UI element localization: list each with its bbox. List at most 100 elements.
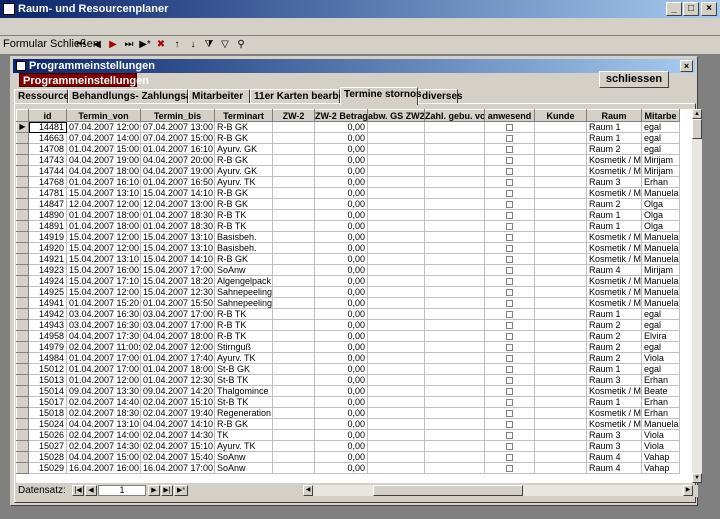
table-row[interactable]: 1492515.04.2007 12:00:0015.04.2007 12:30… — [16, 286, 680, 298]
cell-anwesend[interactable] — [484, 220, 535, 232]
cell-zw-2-betrag[interactable]: 0,00 — [314, 374, 368, 386]
cell-terminart[interactable]: Thalgomince — [214, 385, 273, 397]
cell-zahl-gebu-von[interactable] — [424, 385, 485, 397]
cell-zw-2-betrag[interactable]: 0,00 — [314, 275, 368, 287]
cell-termin-von[interactable]: 01.04.2007 18:00:00 — [66, 209, 141, 221]
cell-kunde[interactable] — [534, 231, 587, 243]
cell-raum[interactable]: Raum 1 — [586, 308, 642, 320]
cell-kunde[interactable] — [534, 132, 587, 144]
cell-zahl-gebu-von[interactable] — [424, 440, 485, 452]
cell-mitarbe[interactable]: Olga — [641, 198, 680, 210]
cell-termin-von[interactable]: 03.04.2007 16:30:00 — [66, 308, 141, 320]
cell-termin-bis[interactable]: 07.04.2007 15:00:00 — [140, 132, 215, 144]
cell-kunde[interactable] — [534, 176, 587, 188]
anwesend-checkbox[interactable] — [506, 157, 513, 165]
cell-kunde[interactable] — [534, 418, 587, 430]
cell-id[interactable]: 14708 — [28, 143, 67, 155]
cell-zahl-gebu-von[interactable] — [424, 341, 485, 353]
cell-zahl-gebu-von[interactable] — [424, 462, 485, 474]
anwesend-checkbox[interactable] — [506, 201, 513, 209]
cell-raum[interactable]: Raum 2 — [586, 319, 642, 331]
cell-kunde[interactable] — [534, 220, 587, 232]
cell-abw-gs-zw2[interactable] — [367, 319, 425, 331]
cell-raum[interactable]: Raum 1 — [586, 209, 642, 221]
cell-termin-bis[interactable]: 01.04.2007 18:30:00 — [140, 209, 215, 221]
cell-abw-gs-zw2[interactable] — [367, 176, 425, 188]
cell-zahl-gebu-von[interactable] — [424, 154, 485, 166]
cell-zw-2[interactable] — [272, 165, 315, 177]
cell-termin-bis[interactable]: 15.04.2007 14:10:00 — [140, 253, 215, 265]
horizontal-scroll-thumb[interactable] — [373, 485, 523, 496]
cell-zahl-gebu-von[interactable] — [424, 297, 485, 309]
anwesend-checkbox[interactable] — [506, 245, 513, 253]
cell-termin-von[interactable]: 01.04.2007 18:00:00 — [66, 220, 141, 232]
table-row[interactable]: 1478115.04.2007 13:10:0015.04.2007 14:10… — [16, 187, 680, 199]
cell-raum[interactable]: Kosmetik / M — [586, 187, 642, 199]
cell-mitarbe[interactable]: Manuela — [641, 297, 680, 309]
vertical-scrollbar[interactable]: ▲ ▼ — [692, 109, 702, 483]
table-row[interactable]: 1476801.04.2007 16:10:0001.04.2007 16:50… — [16, 176, 680, 188]
cell-raum[interactable]: Raum 3 — [586, 374, 642, 386]
cell-kunde[interactable] — [534, 396, 587, 408]
cell-id[interactable]: 15012 — [28, 363, 67, 375]
cell-zahl-gebu-von[interactable] — [424, 374, 485, 386]
table-row[interactable]: 1502702.04.2007 14:30:0002.04.2007 15:10… — [16, 440, 680, 452]
cell-anwesend[interactable] — [484, 165, 535, 177]
cell-raum[interactable]: Kosmetik / M — [586, 286, 642, 298]
cell-anwesend[interactable] — [484, 209, 535, 221]
row-selector[interactable] — [16, 440, 29, 452]
table-row[interactable]: ▶1448107.04.2007 12:00:0007.04.2007 13:0… — [16, 121, 680, 133]
cell-raum[interactable]: Raum 3 — [586, 176, 642, 188]
cell-zahl-gebu-von[interactable] — [424, 209, 485, 221]
row-selector[interactable] — [16, 297, 29, 309]
window-close-button[interactable]: × — [701, 2, 717, 16]
cell-anwesend[interactable] — [484, 330, 535, 342]
cell-termin-von[interactable]: 04.04.2007 18:00:00 — [66, 165, 141, 177]
cell-kunde[interactable] — [534, 440, 587, 452]
cell-mitarbe[interactable]: Viola — [641, 440, 680, 452]
row-selector[interactable] — [16, 132, 29, 144]
table-row[interactable]: 1501301.04.2007 12:00:0001.04.2007 12:30… — [16, 374, 680, 386]
anwesend-checkbox[interactable] — [506, 256, 513, 264]
anwesend-checkbox[interactable] — [506, 124, 513, 132]
cell-zw-2-betrag[interactable]: 0,00 — [314, 341, 368, 353]
scroll-right-icon[interactable]: ▶ — [683, 485, 693, 496]
cell-termin-von[interactable]: 02.04.2007 14:30:00 — [66, 440, 141, 452]
table-row[interactable]: 1492415.04.2007 17:10:0015.04.2007 18:20… — [16, 275, 680, 287]
cell-id[interactable]: 14924 — [28, 275, 67, 287]
cell-termin-bis[interactable]: 16.04.2007 17:00:00 — [140, 462, 215, 474]
table-row[interactable]: 1489001.04.2007 18:00:0001.04.2007 18:30… — [16, 209, 680, 221]
cell-termin-von[interactable]: 03.04.2007 16:30:00 — [66, 319, 141, 331]
column-header-zw-2[interactable]: ZW-2 — [272, 109, 315, 122]
cell-termin-von[interactable]: 15.04.2007 13:10:00 — [66, 253, 141, 265]
cell-terminart[interactable]: SoAnw — [214, 462, 273, 474]
cell-zw-2-betrag[interactable]: 0,00 — [314, 308, 368, 320]
cell-id[interactable]: 14847 — [28, 198, 67, 210]
cell-anwesend[interactable] — [484, 297, 535, 309]
anwesend-checkbox[interactable] — [506, 300, 513, 308]
cell-kunde[interactable] — [534, 198, 587, 210]
cell-zw-2[interactable] — [272, 440, 315, 452]
cell-abw-gs-zw2[interactable] — [367, 121, 425, 133]
cell-mitarbe[interactable]: Manuela — [641, 286, 680, 298]
cell-zw-2[interactable] — [272, 176, 315, 188]
column-header-zahl-gebu-von[interactable]: Zahl. gebu. von — [424, 109, 485, 122]
cell-termin-von[interactable]: 15.04.2007 13:10:00 — [66, 187, 141, 199]
cell-abw-gs-zw2[interactable] — [367, 143, 425, 155]
cell-zw-2[interactable] — [272, 264, 315, 276]
row-selector[interactable] — [16, 396, 29, 408]
cell-mitarbe[interactable]: Olga — [641, 209, 680, 221]
cell-mitarbe[interactable]: egal — [641, 143, 680, 155]
cell-termin-bis[interactable]: 02.04.2007 15:10:00 — [140, 440, 215, 452]
tab-diverses[interactable]: diverses — [418, 89, 463, 104]
cell-zahl-gebu-von[interactable] — [424, 429, 485, 441]
cell-zw-2[interactable] — [272, 297, 315, 309]
cell-anwesend[interactable] — [484, 407, 535, 419]
row-selector-header[interactable] — [16, 109, 29, 122]
cell-id[interactable]: 14744 — [28, 165, 67, 177]
cell-zw-2[interactable] — [272, 220, 315, 232]
row-selector[interactable] — [16, 264, 29, 276]
cell-raum[interactable]: Kosmetik / M — [586, 275, 642, 287]
cell-termin-von[interactable]: 15.04.2007 16:00:00 — [66, 264, 141, 276]
cell-zahl-gebu-von[interactable] — [424, 308, 485, 320]
